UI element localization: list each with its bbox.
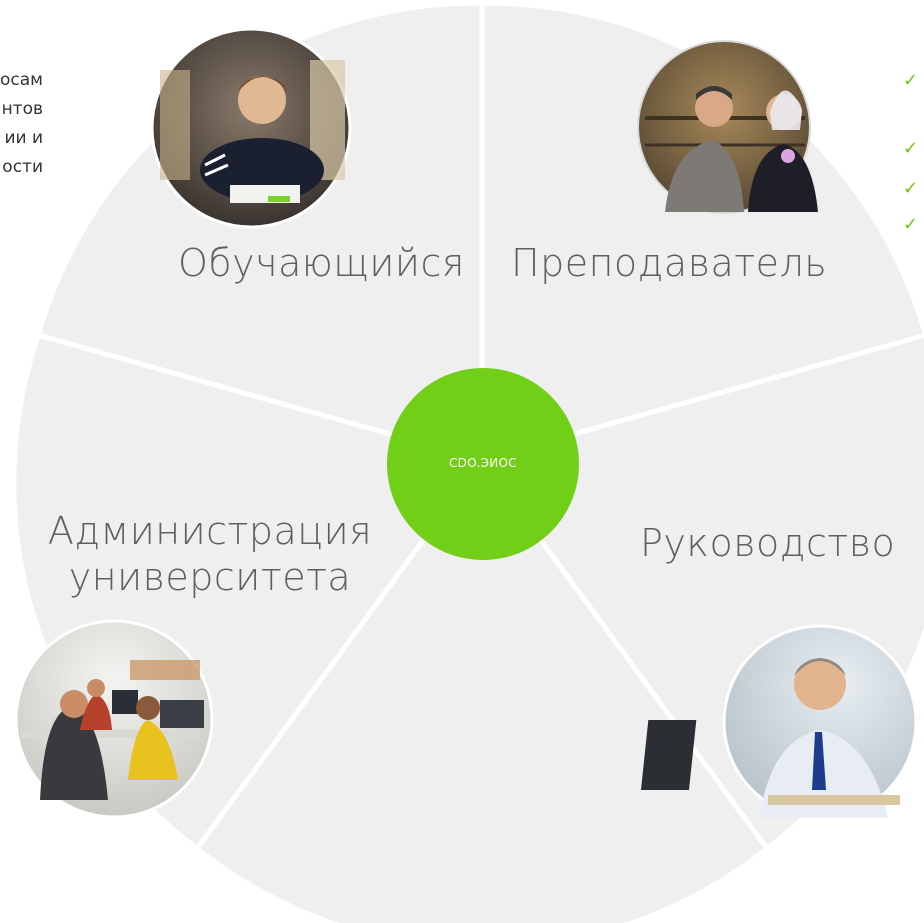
student-studying-photo: [150, 27, 352, 229]
segment-label-admin: Администрация университета: [47, 509, 373, 599]
segment-label-student: Обучающийся: [178, 241, 465, 285]
left-text-line: ии и: [4, 128, 43, 148]
checkmark-icon: ✓: [903, 138, 919, 159]
left-text-line: ости: [2, 157, 43, 177]
left-text-fragment: осам нтов ии и ости: [0, 66, 43, 182]
teachers-talking-photo: [637, 40, 818, 214]
checkmark-icon: ✓: [903, 214, 919, 235]
left-text-line: нтов: [1, 99, 43, 119]
checkmark-icon: ✓: [903, 70, 919, 91]
segment-label-management: Руководство: [640, 521, 896, 565]
segment-label-teacher: Преподаватель: [511, 241, 828, 285]
left-text-line: осам: [0, 70, 43, 90]
office-workers-photo: [14, 619, 214, 819]
center-hub-label: СDO.ЭИОС: [449, 456, 517, 470]
checkmark-icon: ✓: [903, 178, 919, 199]
